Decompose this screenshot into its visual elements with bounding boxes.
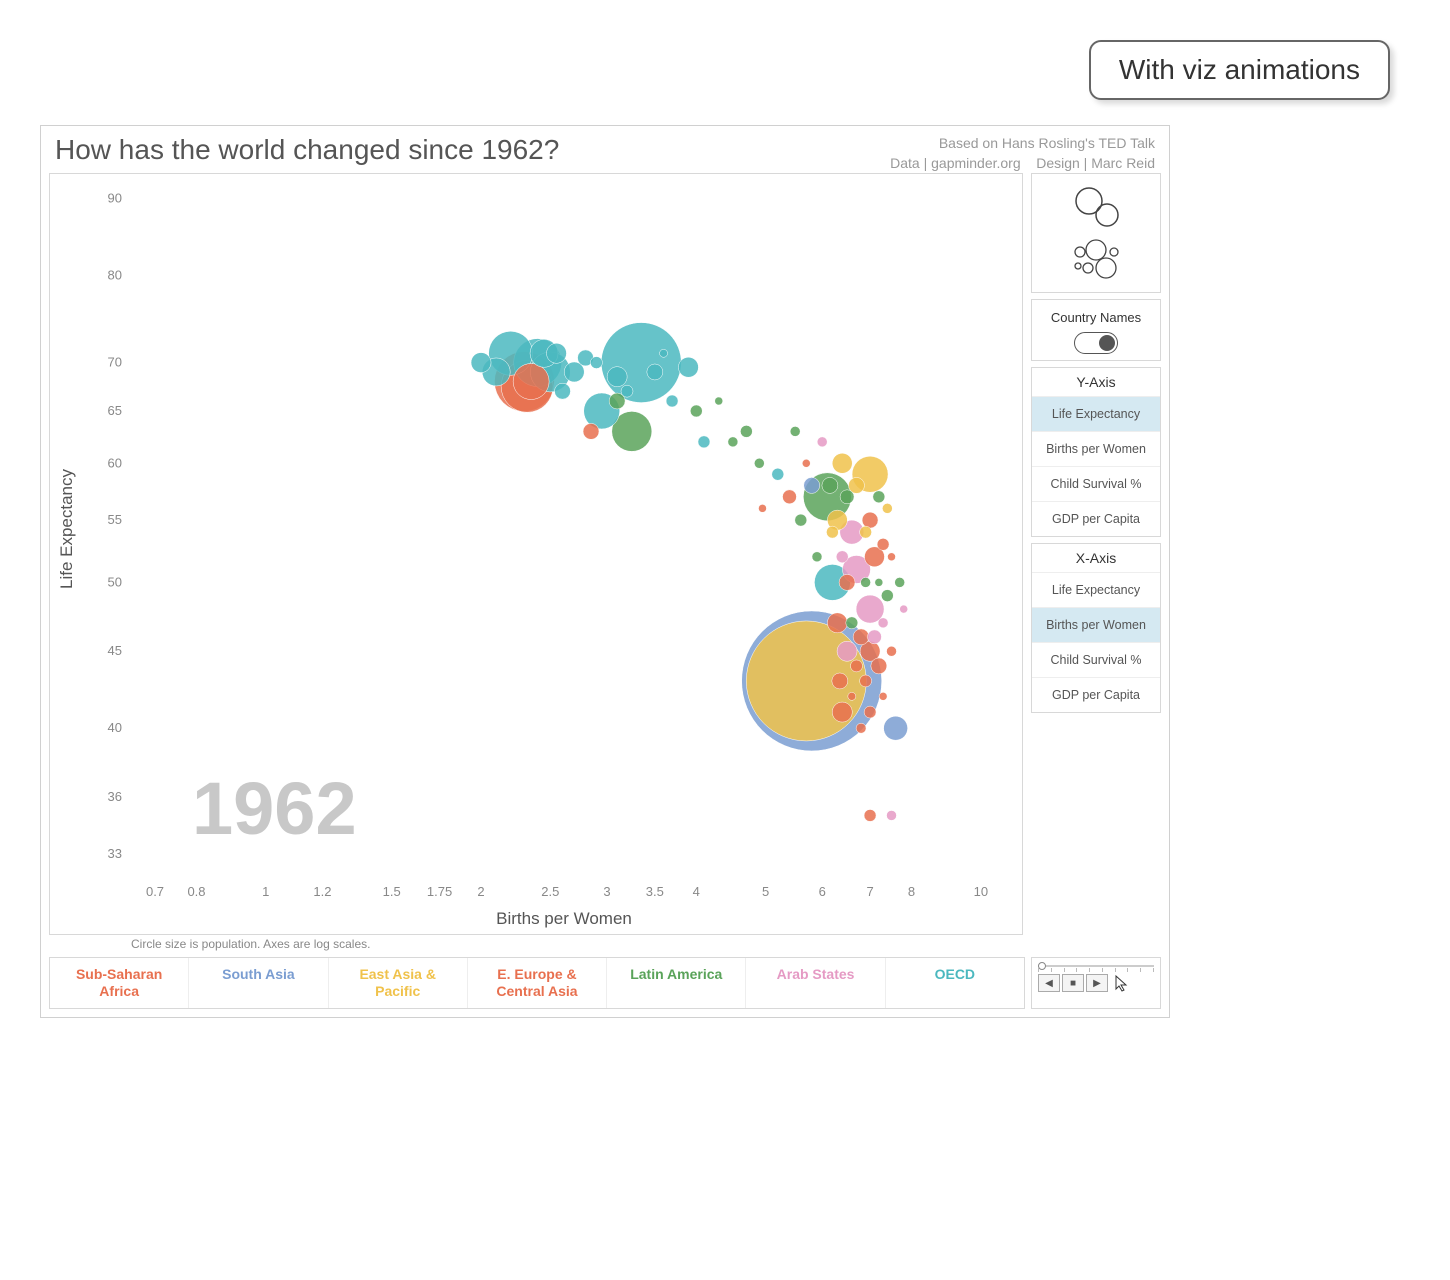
y-axis-option-0[interactable]: Life Expectancy xyxy=(1032,396,1160,431)
svg-text:5: 5 xyxy=(762,884,769,899)
cursor-icon xyxy=(1114,974,1130,992)
svg-text:1: 1 xyxy=(262,884,269,899)
svg-text:1.75: 1.75 xyxy=(427,884,452,899)
y-axis-option-2[interactable]: Child Survival % xyxy=(1032,466,1160,501)
x-axis-option-0[interactable]: Life Expectancy xyxy=(1032,572,1160,607)
svg-text:2: 2 xyxy=(477,884,484,899)
credits: Based on Hans Rosling's TED Talk Data | … xyxy=(890,134,1155,173)
legend-item-2[interactable]: East Asia &Pacific xyxy=(329,958,468,1008)
svg-text:1.5: 1.5 xyxy=(383,884,401,899)
legend-item-5[interactable]: Arab States xyxy=(746,958,885,1008)
svg-text:55: 55 xyxy=(108,512,122,527)
svg-text:10: 10 xyxy=(974,884,988,899)
svg-text:90: 90 xyxy=(108,191,122,206)
svg-text:70: 70 xyxy=(108,355,122,370)
callout-badge: With viz animations xyxy=(1089,40,1390,100)
chart-canvas: 33364045505560657080900.70.811.21.51.752… xyxy=(50,174,1010,934)
country-names-control: Country Names xyxy=(1031,299,1161,361)
svg-text:45: 45 xyxy=(108,643,122,658)
callout-text: With viz animations xyxy=(1119,54,1360,85)
svg-text:4: 4 xyxy=(693,884,700,899)
viz-container: How has the world changed since 1962? Ba… xyxy=(40,125,1170,1018)
y-axis-option-1[interactable]: Births per Women xyxy=(1032,431,1160,466)
svg-text:40: 40 xyxy=(108,720,122,735)
bubble-size-control[interactable] xyxy=(1031,173,1161,293)
svg-text:3: 3 xyxy=(603,884,610,899)
legend-item-4[interactable]: Latin America xyxy=(607,958,746,1008)
x-axis-option-2[interactable]: Child Survival % xyxy=(1032,642,1160,677)
x-axis-option-1[interactable]: Births per Women xyxy=(1032,607,1160,642)
svg-text:Life Expectancy: Life Expectancy xyxy=(57,469,76,590)
scatter-chart[interactable]: 33364045505560657080900.70.811.21.51.752… xyxy=(49,173,1023,935)
svg-text:0.8: 0.8 xyxy=(187,884,205,899)
svg-text:60: 60 xyxy=(108,455,122,470)
svg-text:8: 8 xyxy=(908,884,915,899)
year-slider[interactable] xyxy=(1038,962,1154,970)
svg-text:50: 50 xyxy=(108,575,122,590)
svg-text:80: 80 xyxy=(108,268,122,283)
credit-line-2: Data | gapminder.org Design | Marc Reid xyxy=(890,154,1155,174)
legend-item-0[interactable]: Sub-SaharanAfrica xyxy=(50,958,189,1008)
country-names-label: Country Names xyxy=(1051,310,1141,326)
x-axis-selector: X-Axis Life ExpectancyBirths per WomenCh… xyxy=(1031,543,1161,713)
svg-text:36: 36 xyxy=(108,789,122,804)
svg-text:3.5: 3.5 xyxy=(646,884,664,899)
prev-button[interactable]: ◀ xyxy=(1038,974,1060,992)
region-legend: Sub-SaharanAfricaSouth AsiaEast Asia &Pa… xyxy=(49,957,1025,1009)
svg-text:33: 33 xyxy=(108,846,122,861)
y-axis-header: Y-Axis xyxy=(1076,368,1115,396)
svg-text:1.2: 1.2 xyxy=(313,884,331,899)
y-axis-selector: Y-Axis Life ExpectancyBirths per WomenCh… xyxy=(1031,367,1161,537)
page-title: How has the world changed since 1962? xyxy=(55,134,559,166)
svg-text:6: 6 xyxy=(819,884,826,899)
svg-text:7: 7 xyxy=(866,884,873,899)
chart-note: Circle size is population. Axes are log … xyxy=(49,935,1161,951)
big-bubbles-icon xyxy=(1071,185,1121,229)
credit-line-1: Based on Hans Rosling's TED Talk xyxy=(890,134,1155,154)
svg-text:Births per Women: Births per Women xyxy=(496,909,632,928)
svg-text:0.7: 0.7 xyxy=(146,884,164,899)
sidebar: Country Names Y-Axis Life ExpectancyBirt… xyxy=(1031,173,1161,935)
x-axis-header: X-Axis xyxy=(1076,544,1116,572)
y-axis-option-3[interactable]: GDP per Capita xyxy=(1032,501,1160,536)
svg-text:2.5: 2.5 xyxy=(541,884,559,899)
header: How has the world changed since 1962? Ba… xyxy=(49,132,1161,173)
small-bubbles-icon xyxy=(1066,238,1126,282)
stop-button[interactable]: ■ xyxy=(1062,974,1084,992)
svg-text:1962: 1962 xyxy=(192,767,357,850)
country-names-toggle[interactable] xyxy=(1074,332,1118,354)
legend-item-6[interactable]: OECD xyxy=(886,958,1024,1008)
legend-item-3[interactable]: E. Europe &Central Asia xyxy=(468,958,607,1008)
play-button[interactable]: ▶ xyxy=(1086,974,1108,992)
legend-item-1[interactable]: South Asia xyxy=(189,958,328,1008)
svg-text:65: 65 xyxy=(108,403,122,418)
x-axis-option-3[interactable]: GDP per Capita xyxy=(1032,677,1160,712)
animation-controls: ◀ ■ ▶ xyxy=(1031,957,1161,1009)
